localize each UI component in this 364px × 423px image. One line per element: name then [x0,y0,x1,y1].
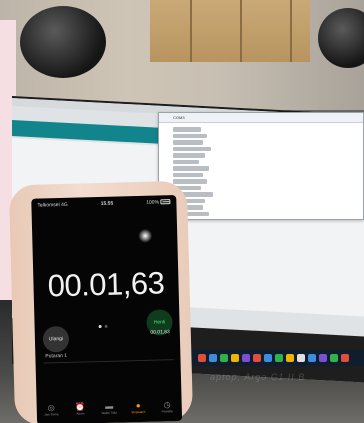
lap-name: Putaran 1 [45,352,68,360]
taskbar-app-icon[interactable] [220,354,228,362]
clock-tab-bar: ◎ Jam Dunia ⏰ Alarm ▬ Waktu Tidur ● Stopwatch ◷ P… [37,397,183,423]
serial-output-line [173,159,199,164]
tab-stopwatch[interactable]: ● Stopwatch [126,401,150,415]
serial-output-line [173,127,201,132]
page-dot[interactable] [104,324,108,328]
tab-label: Stopwatch [131,409,146,415]
taskbar-app-icon[interactable] [330,354,338,362]
phone-screen: Telkomsel 4G 15.55 100% 00.01,63 Ulangi … [31,194,183,423]
helmet-left [20,6,106,78]
taskbar-app-icon[interactable] [253,354,261,362]
taskbar-app-icon[interactable] [286,354,294,362]
serial-output-line [173,153,205,158]
battery-status: 100% [146,199,171,210]
status-bar: Telkomsel 4G 15.55 100% [31,199,176,213]
page-indicator[interactable] [98,324,108,329]
stopwatch-display: 00.01,63 [47,265,165,304]
tab-label: Jam Dunia [44,412,59,417]
carrier-label: Telkomsel 4G [37,201,68,209]
windows-taskbar [174,350,364,366]
tab-label: Waktu Tidur [101,410,118,416]
page-dot[interactable] [98,324,102,329]
taskbar-app-icon[interactable] [209,354,217,362]
serial-output-line [173,172,203,177]
taskbar-app-icon[interactable] [308,354,316,362]
cabinet-seam [190,0,192,62]
battery-icon [160,199,171,205]
alarm-icon: ⏰ [75,402,86,412]
serial-output-line [173,146,211,151]
serial-output-line [173,179,207,184]
lap-button[interactable]: Ulangi [42,325,70,353]
lap-time: 00.01,63 [150,329,170,336]
timer-icon: ◷ [163,400,171,410]
serial-monitor-title: COM3 [159,113,363,123]
taskbar-app-icon[interactable] [231,354,239,362]
taskbar-app-icon[interactable] [319,354,327,362]
cabinet-seam [290,0,292,62]
serial-monitor-window: COM3 [158,112,364,220]
taskbar-app-icon[interactable] [198,354,206,362]
serial-output-line [173,133,207,138]
taskbar-app-icon[interactable] [341,354,349,362]
laptop-brand-reflection: aptop, Argo C1 II B [210,372,306,382]
tab-label: Pewaktu [161,409,174,414]
wooden-cabinet [150,0,310,62]
clock-time: 15.55 [100,200,114,207]
taskbar-app-icon[interactable] [297,354,305,362]
stopwatch-icon: ● [135,400,141,411]
tab-label: Alarm [76,411,85,416]
cabinet-seam [240,0,242,62]
tab-jam-dunia[interactable]: ◎ Jam Dunia [39,403,63,417]
battery-percent: 100% [146,199,160,206]
taskbar-app-icon[interactable] [242,354,250,362]
lap-divider [43,359,174,364]
serial-monitor-output [159,123,363,216]
serial-output-line [173,140,203,145]
tab-alarm[interactable]: ⏰ Alarm [68,402,92,416]
tab-waktu-tidur[interactable]: ▬ Waktu Tidur [97,402,121,416]
taskbar-app-icon[interactable] [264,354,272,362]
tab-pewaktu[interactable]: ◷ Pewaktu [155,400,179,414]
bed-icon: ▬ [105,401,114,411]
taskbar-app-icon[interactable] [275,354,283,362]
light-glare [138,228,153,243]
serial-output-line [173,166,209,171]
smartphone: Telkomsel 4G 15.55 100% 00.01,63 Ulangi … [8,180,194,423]
globe-icon: ◎ [47,403,55,413]
